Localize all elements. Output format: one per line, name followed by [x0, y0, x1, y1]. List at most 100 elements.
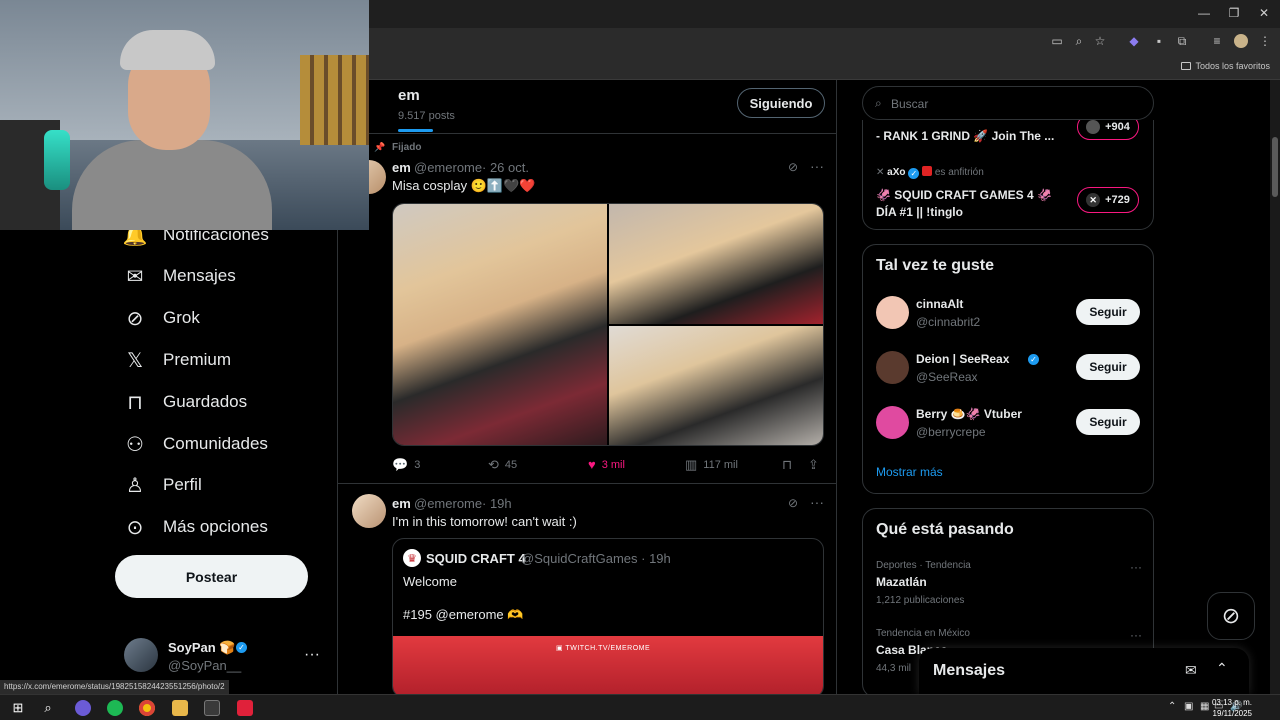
- tweet-time[interactable]: · 26 oct.: [482, 160, 529, 175]
- quote-author-handle: @SquidCraftGames · 19h: [521, 551, 671, 566]
- tweet-photo[interactable]: [393, 204, 607, 445]
- terminal-icon[interactable]: [204, 700, 220, 716]
- cast-icon[interactable]: ▭: [1050, 34, 1064, 48]
- extension-icon[interactable]: ◆: [1127, 34, 1141, 48]
- messages-drawer[interactable]: Mensajes ✉ ⌃: [919, 648, 1249, 694]
- tweet-time[interactable]: · 19h: [482, 496, 512, 511]
- scrollbar-thumb[interactable]: [1272, 137, 1278, 197]
- post-button[interactable]: Postear: [115, 555, 308, 598]
- more-dots-icon[interactable]: ···: [304, 646, 320, 664]
- page-scrollbar[interactable]: [1270, 80, 1280, 694]
- star-icon[interactable]: ☆: [1093, 34, 1107, 48]
- following-button[interactable]: Siguiendo: [737, 88, 825, 118]
- more-dots-icon[interactable]: ···: [1130, 628, 1142, 642]
- x-logo-icon: ✕: [876, 167, 888, 178]
- tab-search-icon[interactable]: ≡: [1210, 34, 1224, 48]
- chrome-icon[interactable]: [139, 700, 155, 716]
- search-input[interactable]: ⌕ Buscar: [862, 86, 1154, 120]
- account-handle: @SoyPan__: [168, 658, 242, 673]
- close-window-button[interactable]: ✕: [1256, 6, 1272, 20]
- more-dots-icon[interactable]: ···: [810, 158, 824, 174]
- new-message-icon[interactable]: ✉: [1185, 662, 1197, 679]
- person-icon: ♙: [126, 474, 144, 497]
- verified-icon: ✓: [908, 168, 920, 179]
- follow-button[interactable]: Seguir: [1076, 409, 1140, 435]
- like-button[interactable]: ♥ 3 mil: [588, 457, 625, 472]
- tray-chevron-icon[interactable]: ⌃: [1168, 701, 1176, 712]
- nav-premium[interactable]: 𝕏 Premium: [124, 345, 231, 375]
- follow-button[interactable]: Seguir: [1076, 354, 1140, 380]
- account-name: SoyPan 🍞: [168, 640, 236, 655]
- avatar[interactable]: [352, 494, 386, 528]
- tweet-actions: 💬 3 ⟲ 45 ♥ 3 mil ▥ 117 mil ⊓ ⇪: [392, 457, 824, 473]
- live-title[interactable]: - RANK 1 GRIND 🚀 Join The ...: [876, 129, 1054, 143]
- avatar: [124, 638, 158, 672]
- tweet-author-handle[interactable]: @emerome: [414, 496, 482, 511]
- more-dots-icon[interactable]: ···: [810, 494, 824, 510]
- reply-button[interactable]: 💬 3: [392, 457, 420, 473]
- quoted-tweet[interactable]: ♛ SQUID CRAFT 4 @SquidCraftGames · 19h W…: [392, 538, 824, 694]
- spotify-icon[interactable]: [107, 700, 123, 716]
- retweet-button[interactable]: ⟲ 45: [488, 457, 517, 473]
- puzzle-icon[interactable]: ⧉: [1175, 34, 1189, 48]
- taskbar-clock[interactable]: 03:13 p. m. 19/11/2025: [1212, 697, 1252, 719]
- drawer-title: Mensajes: [933, 662, 1006, 679]
- tweet-photo[interactable]: [609, 204, 823, 324]
- verified-icon: ✓: [236, 642, 247, 653]
- app-icon[interactable]: [237, 700, 253, 716]
- bookmark-icon: ⊓: [127, 391, 143, 414]
- divider: [338, 483, 836, 484]
- zoom-icon[interactable]: ⌕: [1072, 34, 1086, 48]
- bookmarks-folder[interactable]: Todos los favoritos: [1181, 61, 1270, 71]
- tweet-author-name[interactable]: em: [392, 160, 411, 175]
- nav-more-options[interactable]: ⊙ Más opciones: [124, 512, 268, 542]
- tray-icon[interactable]: ▣: [1184, 701, 1193, 712]
- tray-icon[interactable]: ▦: [1200, 701, 1209, 712]
- app-icon[interactable]: [75, 700, 91, 716]
- live-title[interactable]: DÍA #1 || !tinglo: [876, 205, 963, 219]
- share-button[interactable]: ⇪: [808, 457, 825, 473]
- verified-icon: ✓: [1028, 354, 1039, 365]
- minimize-button[interactable]: —: [1196, 6, 1212, 20]
- bookmark-button[interactable]: ⊓: [782, 457, 798, 473]
- show-more-link[interactable]: Mostrar más: [876, 465, 943, 479]
- pin-icon: 📌: [374, 142, 386, 152]
- suggested-user[interactable]: Deion | SeeReax ✓ @SeeReax Seguir: [876, 349, 1142, 389]
- live-listeners-badge[interactable]: ✕ +729: [1077, 187, 1139, 213]
- main-timeline: em 9.517 posts Siguiendo 📌 Fijado em @em…: [337, 80, 837, 694]
- nav-profile[interactable]: ♙ Perfil: [124, 470, 202, 500]
- quote-image[interactable]: ▣ TWITCH.TV/EMEROME: [393, 636, 823, 694]
- extension-icon[interactable]: ▪: [1152, 34, 1166, 48]
- tweet-text: I'm in this tomorrow! can't wait :): [392, 514, 577, 529]
- tweet-author-name[interactable]: em: [392, 496, 411, 511]
- follow-button[interactable]: Seguir: [1076, 299, 1140, 325]
- tweet-author-handle[interactable]: @emerome: [414, 160, 482, 175]
- views-button[interactable]: ▥ 117 mil: [685, 457, 738, 473]
- folder-icon[interactable]: [172, 700, 188, 716]
- retweet-icon: ⟲: [488, 457, 499, 472]
- grok-icon[interactable]: ⊘: [788, 160, 798, 174]
- tweet-photo[interactable]: [609, 326, 823, 445]
- suggested-user[interactable]: cinnaAlt @cinnabrit2 Seguir: [876, 294, 1142, 334]
- maximize-button[interactable]: ❐: [1226, 6, 1242, 20]
- live-title[interactable]: 🦑 SQUID CRAFT GAMES 4 🦑: [876, 188, 1052, 202]
- expand-up-icon[interactable]: ⌃: [1216, 660, 1228, 677]
- post-count: 9.517 posts: [398, 110, 455, 122]
- windows-start-icon[interactable]: ⊞: [10, 700, 26, 716]
- trend-item[interactable]: Deportes · Tendencia Mazatlán 1,212 publ…: [876, 560, 1142, 606]
- suggested-user[interactable]: Berry 🍮🦑 Vtuber @berrycrepe Seguir: [876, 404, 1142, 444]
- account-switcher[interactable]: SoyPan 🍞 ✓ @SoyPan__ ···: [124, 638, 324, 678]
- twitch-caption: ▣ TWITCH.TV/EMEROME: [556, 645, 651, 652]
- grok-icon[interactable]: ⊘: [788, 496, 798, 510]
- profile-avatar-icon[interactable]: [1234, 34, 1248, 48]
- more-dots-icon[interactable]: ···: [1130, 560, 1142, 574]
- more-circle-icon: ⊙: [126, 516, 144, 539]
- nav-communities[interactable]: ⚇ Comunidades: [124, 429, 268, 459]
- grok-floating-button[interactable]: ⊘: [1207, 592, 1255, 640]
- search-icon[interactable]: ⌕: [40, 700, 56, 716]
- nav-messages[interactable]: ✉ Mensajes: [124, 261, 236, 291]
- live-listeners-badge[interactable]: +904: [1077, 120, 1139, 140]
- nav-bookmarks[interactable]: ⊓ Guardados: [124, 387, 247, 417]
- nav-grok[interactable]: ⊘ Grok: [124, 303, 200, 333]
- menu-dots-icon[interactable]: ⋮: [1258, 34, 1272, 48]
